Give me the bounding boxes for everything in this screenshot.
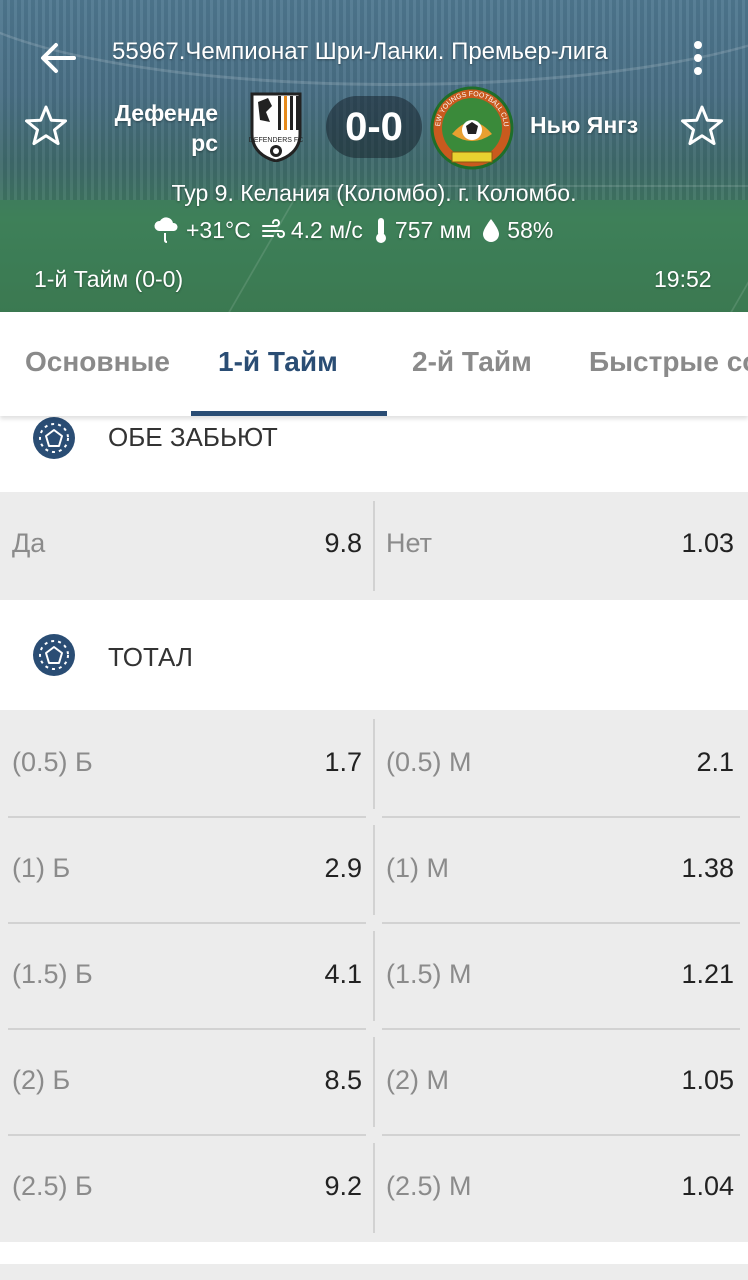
tab-quick-events[interactable]: Быстрые со (589, 346, 748, 378)
favorite-home-star-icon[interactable] (24, 104, 68, 148)
odds-cell-over[interactable]: (2.5) Б 9.2 (8, 1143, 366, 1237)
tab-second-half[interactable]: 2-й Тайм (412, 346, 532, 378)
odds-value: 9.8 (324, 528, 362, 558)
odds-band-both-score: Да 9.8 Нет 1.03 (0, 492, 748, 600)
row-divider (8, 1028, 366, 1030)
odds-cell-yes[interactable]: Да 9.8 (8, 500, 366, 594)
rain-cloud-icon (154, 217, 178, 243)
odds-cell-over[interactable]: (2) Б 8.5 (8, 1037, 366, 1131)
odds-band-total: (0.5) Б 1.7 (0.5) М 2.1 (1) Б 2.9 (1) М … (0, 710, 748, 1242)
odds-cell-under[interactable]: (0.5) М 2.1 (382, 719, 738, 813)
pressure: 757 мм (394, 216, 472, 243)
column-divider (373, 1037, 375, 1127)
odds-label: Нет (386, 528, 432, 558)
odds-label: (1) Б (12, 853, 71, 883)
odds-value: 4.1 (324, 959, 362, 989)
row-divider (382, 1028, 740, 1030)
row-divider (382, 922, 740, 924)
odds-cell-over[interactable]: (1.5) Б 4.1 (8, 931, 366, 1025)
row-divider (8, 816, 366, 818)
tab-main[interactable]: Основные (25, 346, 170, 378)
match-period: 1-й Тайм (0-0) (34, 266, 184, 292)
column-divider (373, 719, 375, 809)
away-team-logo: NEW YOUNGS FOOTBALL CLUB (430, 86, 514, 170)
next-market-peek (0, 1264, 748, 1280)
row-divider (382, 1134, 740, 1136)
odds-label: (1.5) Б (12, 959, 93, 989)
odds-value: 8.5 (324, 1065, 362, 1095)
temperature: +31°C (186, 216, 251, 243)
weather-info: +31°C 4.2 м/с 757 мм 58% (152, 214, 563, 246)
odds-value: 1.04 (681, 1171, 734, 1201)
market-title: ОБЕ ЗАБЬЮТ (108, 422, 278, 452)
odds-cell-under[interactable]: (1.5) М 1.21 (382, 931, 738, 1025)
column-divider (373, 931, 375, 1021)
odds-label: (1) М (386, 853, 449, 883)
favorite-away-star-icon[interactable] (680, 104, 724, 148)
wind-icon (261, 219, 285, 238)
odds-label: (2) Б (12, 1065, 71, 1095)
humidity: 58% (507, 216, 554, 243)
odds-value: 1.38 (681, 853, 734, 883)
odds-value: 2.1 (696, 747, 734, 777)
odds-value: 2.9 (324, 853, 362, 883)
market-title: ТОТАЛ (108, 642, 193, 672)
tab-bar: Основные 1-й Тайм 2-й Тайм Быстрые со (0, 312, 748, 416)
wind-speed: 4.2 м/с (290, 216, 363, 243)
match-score: 0-0 (326, 96, 422, 158)
row-divider (8, 922, 366, 924)
back-arrow-icon[interactable] (36, 36, 80, 80)
odds-label: Да (12, 528, 46, 558)
away-team-name: Нью Янгз (530, 112, 639, 138)
odds-label: (2.5) М (386, 1171, 472, 1201)
column-divider (373, 501, 375, 591)
odds-cell-no[interactable]: Нет 1.03 (382, 500, 738, 594)
thermometer-icon (375, 218, 386, 243)
odds-label: (0.5) М (386, 747, 472, 777)
home-team-name: Дефенде рс (114, 100, 218, 156)
odds-value: 1.7 (324, 747, 362, 777)
soccer-ball-icon (33, 417, 75, 459)
odds-value: 9.2 (324, 1171, 362, 1201)
humidity-drop-icon (483, 219, 500, 242)
column-divider (373, 825, 375, 915)
odds-label: (2.5) Б (12, 1171, 93, 1201)
match-header: 55967.Чемпионат Шри-Ланки. Премьер-лига … (0, 0, 748, 312)
odds-cell-under[interactable]: (1) М 1.38 (382, 825, 738, 919)
row-divider (8, 1134, 366, 1136)
match-clock: 19:52 (654, 266, 712, 292)
odds-cell-over[interactable]: (0.5) Б 1.7 (8, 719, 366, 813)
row-divider (382, 816, 740, 818)
svg-text:DEFENDERS FC: DEFENDERS FC (249, 137, 303, 144)
league-title: 55967.Чемпионат Шри-Ланки. Премьер-лига (112, 38, 608, 65)
venue-info: Тур 9. Келания (Коломбо). г. Коломбо. (171, 180, 577, 206)
home-team-logo: DEFENDERS FC (249, 92, 303, 162)
market-header-total[interactable]: ТОТАЛ (0, 600, 748, 710)
column-divider (373, 1143, 375, 1233)
odds-value: 1.05 (681, 1065, 734, 1095)
odds-cell-over[interactable]: (1) Б 2.9 (8, 825, 366, 919)
odds-value: 1.03 (681, 528, 734, 558)
tab-first-half[interactable]: 1-й Тайм (218, 346, 338, 378)
active-tab-indicator (191, 411, 387, 416)
odds-value: 1.21 (681, 959, 734, 989)
odds-cell-under[interactable]: (2.5) М 1.04 (382, 1143, 738, 1237)
odds-label: (2) М (386, 1065, 449, 1095)
odds-label: (0.5) Б (12, 747, 93, 777)
odds-label: (1.5) М (386, 959, 472, 989)
soccer-ball-icon (33, 634, 75, 676)
odds-cell-under[interactable]: (2) М 1.05 (382, 1037, 738, 1131)
more-vertical-icon[interactable] (686, 36, 710, 80)
